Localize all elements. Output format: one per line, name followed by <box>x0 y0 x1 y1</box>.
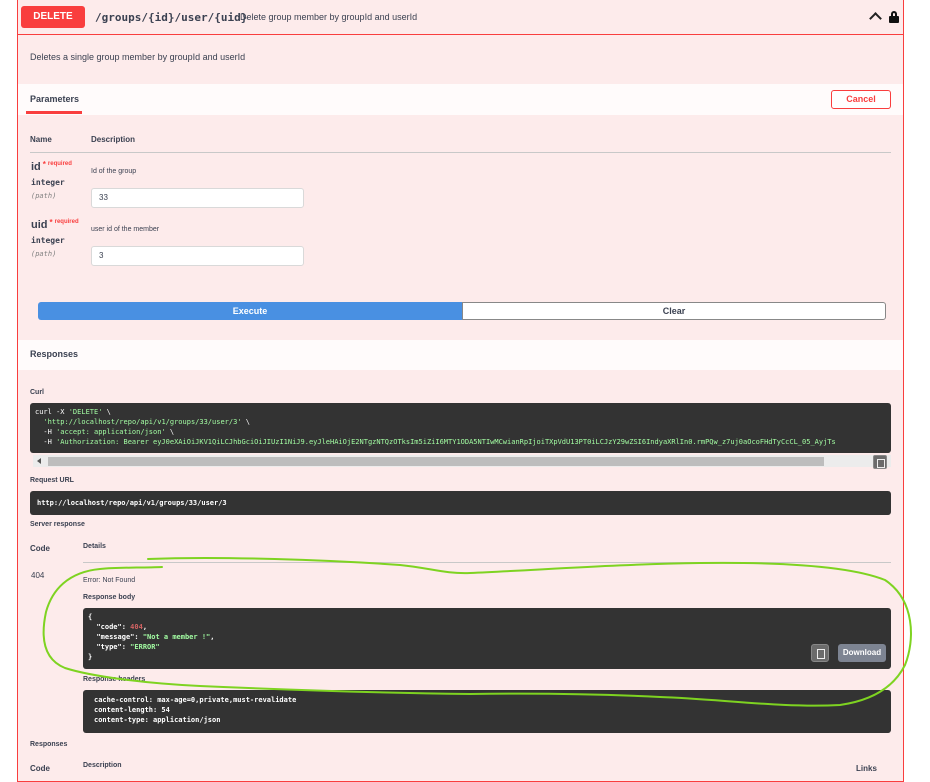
status-code: 404 <box>31 571 45 580</box>
download-button[interactable]: Download <box>838 644 886 662</box>
column-header-links: Links <box>856 764 877 773</box>
request-url-label: Request URL <box>30 477 74 484</box>
param-description-uid: user id of the member <box>91 226 160 233</box>
tab-parameters[interactable]: Parameters <box>30 94 79 104</box>
chevron-up-icon[interactable] <box>869 12 882 25</box>
response-body-label: Response body <box>83 594 136 601</box>
column-header-code: Code <box>30 544 50 553</box>
operation-summary-text: Delete group member by groupId and userI… <box>240 12 418 22</box>
server-response-label: Server response <box>30 521 85 528</box>
column-header-code: Code <box>30 764 50 773</box>
column-header-description: Description <box>83 762 122 769</box>
parameters-header: Parameters Cancel <box>18 84 903 115</box>
scroll-left-arrow-icon[interactable] <box>37 458 41 464</box>
column-header-details: Details <box>83 543 106 550</box>
copy-icon[interactable] <box>811 644 829 662</box>
operation-summary[interactable]: DELETE /groups/{id}/user/{uid} Delete gr… <box>18 0 903 35</box>
curl-code-block[interactable]: curl -X 'DELETE' \ 'http://localhost/rep… <box>30 403 891 453</box>
divider <box>30 152 891 153</box>
column-header-description: Description <box>91 135 136 144</box>
request-url-block[interactable]: http://localhost/repo/api/v1/groups/33/u… <box>30 491 891 515</box>
param-name-uid: uid * required <box>31 218 79 231</box>
operation-description: Deletes a single group member by groupId… <box>30 52 246 62</box>
lock-icon[interactable] <box>889 11 899 23</box>
method-badge: DELETE <box>21 6 85 28</box>
response-headers-label: Response headers <box>83 676 146 683</box>
responses-header: Responses <box>18 340 903 370</box>
param-type-uid: integer <box>31 236 65 245</box>
responses-title: Responses <box>30 349 79 359</box>
param-type-id: integer <box>31 178 65 187</box>
delete-operation-block: DELETE /groups/{id}/user/{uid} Delete gr… <box>17 0 904 782</box>
param-location-id: (path) <box>31 192 57 200</box>
operation-path: /groups/{id}/user/{uid} <box>95 11 248 24</box>
clear-button[interactable]: Clear <box>462 302 886 320</box>
copy-icon[interactable] <box>873 455 887 469</box>
responses-label: Responses <box>30 741 68 748</box>
scrollbar-thumb[interactable] <box>48 457 824 466</box>
cancel-button[interactable]: Cancel <box>831 90 891 109</box>
curl-label: Curl <box>30 389 44 396</box>
uid-input[interactable]: 3 <box>91 246 304 266</box>
param-name-id: id * required <box>31 160 72 173</box>
tab-active-indicator <box>26 111 82 114</box>
execute-button[interactable]: Execute <box>38 302 462 320</box>
response-headers-block[interactable]: cache-control: max-age=0,private,must-re… <box>83 690 891 733</box>
id-input[interactable]: 33 <box>91 188 304 208</box>
divider <box>83 562 891 563</box>
param-location-uid: (path) <box>31 250 57 258</box>
column-header-name: Name <box>30 135 52 144</box>
param-description-id: Id of the group <box>91 168 137 175</box>
response-body-block[interactable]: { "code": 404, "message": "Not a member … <box>83 608 891 669</box>
status-text: Error: Not Found <box>83 577 136 584</box>
